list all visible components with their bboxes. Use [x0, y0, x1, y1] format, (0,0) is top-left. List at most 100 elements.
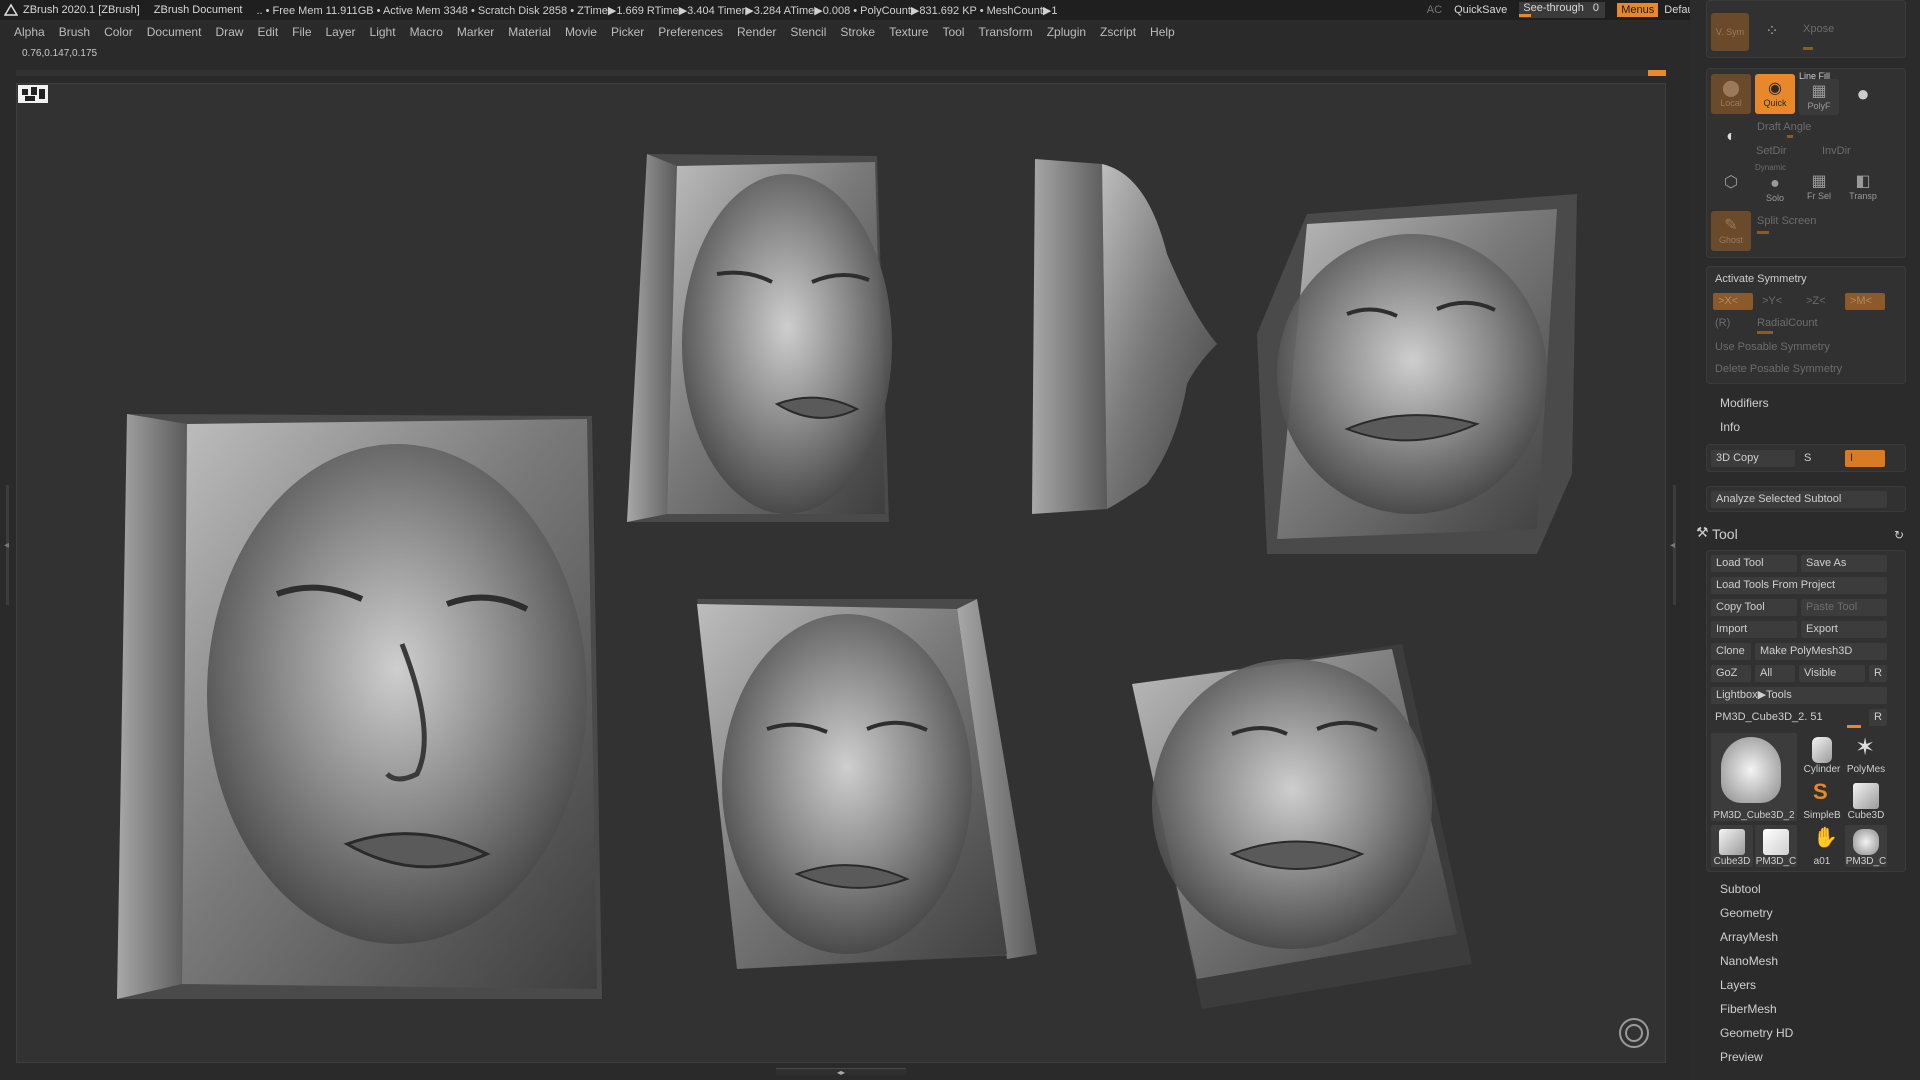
- menu-zscript[interactable]: Zscript: [1100, 25, 1136, 39]
- menu-draw[interactable]: Draw: [215, 25, 243, 39]
- draft-angle-label[interactable]: Draft Angle: [1757, 121, 1811, 133]
- contrast-toggle[interactable]: ◐: [1711, 119, 1751, 155]
- solo-button[interactable]: ● Solo: [1755, 173, 1795, 205]
- quick-button[interactable]: ◉ Quick: [1755, 74, 1795, 114]
- subtool-menu[interactable]: Subtool: [1720, 882, 1761, 896]
- sculpt-face-bottom-right[interactable]: [1132, 644, 1472, 1009]
- material-sphere-button[interactable]: ●: [1843, 74, 1883, 114]
- menu-picker[interactable]: Picker: [611, 25, 644, 39]
- goz-visible-button[interactable]: Visible: [1799, 665, 1865, 682]
- copy3d-i-button[interactable]: I: [1845, 450, 1885, 467]
- nanomesh-menu[interactable]: NanoMesh: [1720, 954, 1778, 968]
- sculpt-face-top-center[interactable]: [627, 154, 892, 522]
- menu-tool[interactable]: Tool: [942, 25, 964, 39]
- bottom-tray-handle[interactable]: ◂▸: [776, 1068, 906, 1077]
- menu-marker[interactable]: Marker: [457, 25, 494, 39]
- sculpt-face-profile[interactable]: [1032, 159, 1217, 514]
- copy3d-s-button[interactable]: S: [1799, 450, 1841, 467]
- menu-stencil[interactable]: Stencil: [790, 25, 826, 39]
- split-screen-slider[interactable]: [1757, 231, 1769, 234]
- tool-palette-title[interactable]: Tool: [1712, 526, 1738, 542]
- current-tool-slider[interactable]: PM3D_Cube3D_2. 51: [1715, 711, 1823, 723]
- sym-z-button[interactable]: >Z<: [1801, 293, 1841, 310]
- tool-thumb-pm3d-c[interactable]: PM3D_C: [1755, 825, 1797, 867]
- arraymesh-menu[interactable]: ArrayMesh: [1720, 930, 1778, 944]
- tool-thumb-cube3d[interactable]: Cube3D: [1845, 779, 1887, 821]
- menu-help[interactable]: Help: [1150, 25, 1175, 39]
- ac-label[interactable]: AC: [1427, 4, 1442, 16]
- make-polymesh-button[interactable]: Make PolyMesh3D: [1755, 643, 1887, 660]
- modifiers-menu[interactable]: Modifiers: [1720, 396, 1769, 410]
- menu-stroke[interactable]: Stroke: [840, 25, 875, 39]
- current-tool-r-button[interactable]: R: [1869, 709, 1887, 726]
- tool-thumb-pm3d-c-2[interactable]: PM3D_C: [1845, 825, 1887, 867]
- polyf-button[interactable]: ▦ PolyF: [1799, 79, 1839, 115]
- activate-symmetry-button[interactable]: Activate Symmetry: [1715, 273, 1807, 285]
- menu-layer[interactable]: Layer: [326, 25, 356, 39]
- right-tray-arrow-icon[interactable]: ◂: [1670, 540, 1675, 551]
- menu-preferences[interactable]: Preferences: [658, 25, 723, 39]
- paste-tool-button[interactable]: Paste Tool: [1801, 599, 1887, 616]
- menu-material[interactable]: Material: [508, 25, 551, 39]
- tool-thumb-pm3d-cube-large[interactable]: PM3D_Cube3D_2: [1711, 733, 1797, 821]
- menu-file[interactable]: File: [292, 25, 311, 39]
- menu-brush[interactable]: Brush: [59, 25, 90, 39]
- tool-thumb-simpleb[interactable]: S SimpleB: [1801, 779, 1843, 821]
- menu-movie[interactable]: Movie: [565, 25, 597, 39]
- transp-button[interactable]: ◧ Transp: [1843, 169, 1883, 205]
- menus-button[interactable]: Menus: [1617, 3, 1659, 17]
- tool-thumb-polymesh[interactable]: ✶ PolyMes: [1845, 733, 1887, 775]
- local-button[interactable]: ⬤ Local: [1711, 74, 1751, 114]
- navigation-cube-icon[interactable]: [17, 84, 49, 104]
- copy3d-button[interactable]: 3D Copy: [1711, 450, 1795, 467]
- goz-r-button[interactable]: R: [1869, 665, 1887, 682]
- menu-macro[interactable]: Macro: [410, 25, 443, 39]
- menu-edit[interactable]: Edit: [257, 25, 278, 39]
- quicksave-button[interactable]: QuickSave: [1454, 4, 1507, 16]
- sculpt-face-bottom-center[interactable]: [697, 599, 1037, 969]
- tool-thumb-cube3d-2[interactable]: Cube3D: [1711, 825, 1753, 867]
- rotate-view-icon[interactable]: [1619, 1018, 1649, 1048]
- radial-r-button[interactable]: (R): [1715, 317, 1730, 329]
- fibermesh-menu[interactable]: FiberMesh: [1720, 1002, 1777, 1016]
- frsel-button[interactable]: ▦ Fr Sel: [1799, 169, 1839, 205]
- invdir-button[interactable]: InvDir: [1817, 143, 1869, 160]
- sculpt-face-large[interactable]: [117, 414, 602, 999]
- menu-document[interactable]: Document: [147, 25, 202, 39]
- draft-angle-slider[interactable]: [1787, 135, 1793, 138]
- v-sym-button[interactable]: V. Sym: [1711, 13, 1749, 51]
- use-posable-symmetry-button[interactable]: Use Posable Symmetry: [1715, 341, 1830, 353]
- sym-x-button[interactable]: >X<: [1713, 293, 1753, 310]
- radial-count-label[interactable]: RadialCount: [1757, 317, 1818, 329]
- preview-menu[interactable]: Preview: [1720, 1050, 1763, 1064]
- sym-y-button[interactable]: >Y<: [1757, 293, 1797, 310]
- xpose-slider[interactable]: [1803, 47, 1813, 50]
- xpose-small-button[interactable]: ⁘: [1753, 13, 1791, 51]
- geometry-hd-menu[interactable]: Geometry HD: [1720, 1026, 1793, 1040]
- menu-alpha[interactable]: Alpha: [14, 25, 45, 39]
- layers-menu[interactable]: Layers: [1720, 978, 1756, 992]
- tool-palette-icon[interactable]: ⚒: [1696, 524, 1709, 541]
- menu-texture[interactable]: Texture: [889, 25, 928, 39]
- load-tools-from-project-button[interactable]: Load Tools From Project: [1711, 577, 1887, 594]
- tool-reset-icon[interactable]: ↻: [1894, 528, 1904, 542]
- export-button[interactable]: Export: [1801, 621, 1887, 638]
- info-menu[interactable]: Info: [1720, 420, 1740, 434]
- split-screen-label[interactable]: Split Screen: [1757, 215, 1816, 227]
- menu-color[interactable]: Color: [104, 25, 133, 39]
- geometry-menu[interactable]: Geometry: [1720, 906, 1773, 920]
- tool-thumb-a01[interactable]: ✋ a01: [1801, 825, 1843, 867]
- left-tray-arrow-icon[interactable]: ◂: [4, 540, 9, 551]
- sym-m-button[interactable]: >M<: [1845, 293, 1885, 310]
- see-through-slider[interactable]: See-through 0: [1519, 2, 1606, 18]
- goz-all-button[interactable]: All: [1755, 665, 1795, 682]
- load-tool-button[interactable]: Load Tool: [1711, 555, 1797, 572]
- menu-zplugin[interactable]: Zplugin: [1047, 25, 1086, 39]
- delete-posable-symmetry-button[interactable]: Delete Posable Symmetry: [1715, 363, 1842, 375]
- sculpt-face-top-right[interactable]: [1257, 194, 1577, 554]
- goz-button[interactable]: GoZ: [1711, 665, 1751, 682]
- wire-cube-button[interactable]: ⬡: [1711, 165, 1751, 201]
- xpose-label[interactable]: Xpose: [1803, 23, 1834, 35]
- import-button[interactable]: Import: [1711, 621, 1797, 638]
- ghost-button[interactable]: ✎ Ghost: [1711, 211, 1751, 251]
